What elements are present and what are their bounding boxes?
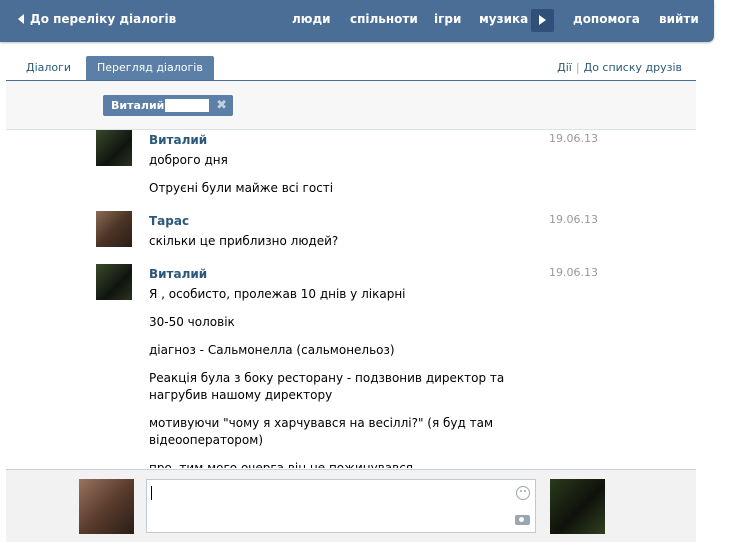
message-author[interactable]: Виталий xyxy=(149,133,207,147)
avatar[interactable] xyxy=(550,479,605,534)
close-icon[interactable]: ✖ xyxy=(216,95,227,116)
avatar[interactable] xyxy=(96,130,132,166)
tab-dialogs[interactable]: Діалоги xyxy=(26,61,71,74)
tab-view-dialogs[interactable]: Перегляд діалогів xyxy=(86,56,214,80)
message-text: доброго дня xyxy=(149,153,228,167)
nav-logout[interactable]: вийти xyxy=(659,12,699,26)
nav-communities[interactable]: спільноти xyxy=(350,12,418,26)
back-to-dialogs-link[interactable]: До переліку діалогів xyxy=(18,12,176,26)
recipient-bar: Виталий ✖ xyxy=(6,81,696,130)
actions-link[interactable]: Дії xyxy=(557,61,572,74)
message-text: Реакція була з боку ресторану - подзвони… xyxy=(149,371,505,402)
avatar[interactable] xyxy=(79,479,134,534)
message-date: 19.06.13 xyxy=(549,266,598,279)
redaction-mask xyxy=(165,99,209,112)
tab-actions-group: Дії | До списку друзів xyxy=(557,61,682,74)
message-input[interactable] xyxy=(146,479,536,533)
tab-separator: | xyxy=(575,61,580,74)
message-text: 30-50 чоловік xyxy=(149,315,235,329)
message-text: діагноз - Сальмонелла (сальмонельоз) xyxy=(149,343,395,357)
nav-music[interactable]: музика xyxy=(479,12,528,26)
dialog-tabs: Діалоги Перегляд діалогів Дії | До списку … xyxy=(6,56,696,81)
message-text: мотивуючи "чому я харчувався на весіллі?… xyxy=(149,416,494,447)
top-navigation-bar: До переліку діалогів люди спільноти ігри… xyxy=(0,0,714,42)
recipient-chip[interactable]: Виталий ✖ xyxy=(103,95,233,116)
message-date: 19.06.13 xyxy=(549,132,598,145)
message-text: скільки це приблизно людей? xyxy=(149,234,339,248)
nav-more-button[interactable] xyxy=(531,9,554,32)
camera-icon[interactable] xyxy=(515,515,530,525)
friends-list-link[interactable]: До списку друзів xyxy=(584,61,682,74)
message-history[interactable]: Виталий 19.06.13 доброго дня Отруєні бул… xyxy=(6,130,696,468)
nav-help[interactable]: допомога xyxy=(573,12,640,26)
avatar[interactable] xyxy=(96,211,132,247)
text-caret xyxy=(151,486,152,500)
message-author[interactable]: Виталий xyxy=(149,267,207,281)
recipient-name: Виталий xyxy=(111,99,165,112)
message-text: Я , особисто, пролежав 10 днів у лікарні xyxy=(149,287,406,301)
message-text: про, тим мого очерга він не пожинувався xyxy=(149,461,414,468)
message-date: 19.06.13 xyxy=(549,213,598,226)
nav-people[interactable]: люди xyxy=(292,12,331,26)
message-text: Отруєні були майже всі гості xyxy=(149,181,334,195)
back-link-label: До переліку діалогів xyxy=(30,12,177,26)
nav-games[interactable]: ігри xyxy=(434,12,461,26)
compose-area xyxy=(6,469,696,542)
smile-icon[interactable] xyxy=(516,486,530,500)
avatar[interactable] xyxy=(96,264,132,300)
chevron-right-icon xyxy=(539,15,546,25)
back-arrow-icon xyxy=(18,14,24,24)
message-author[interactable]: Тарас xyxy=(149,214,189,228)
